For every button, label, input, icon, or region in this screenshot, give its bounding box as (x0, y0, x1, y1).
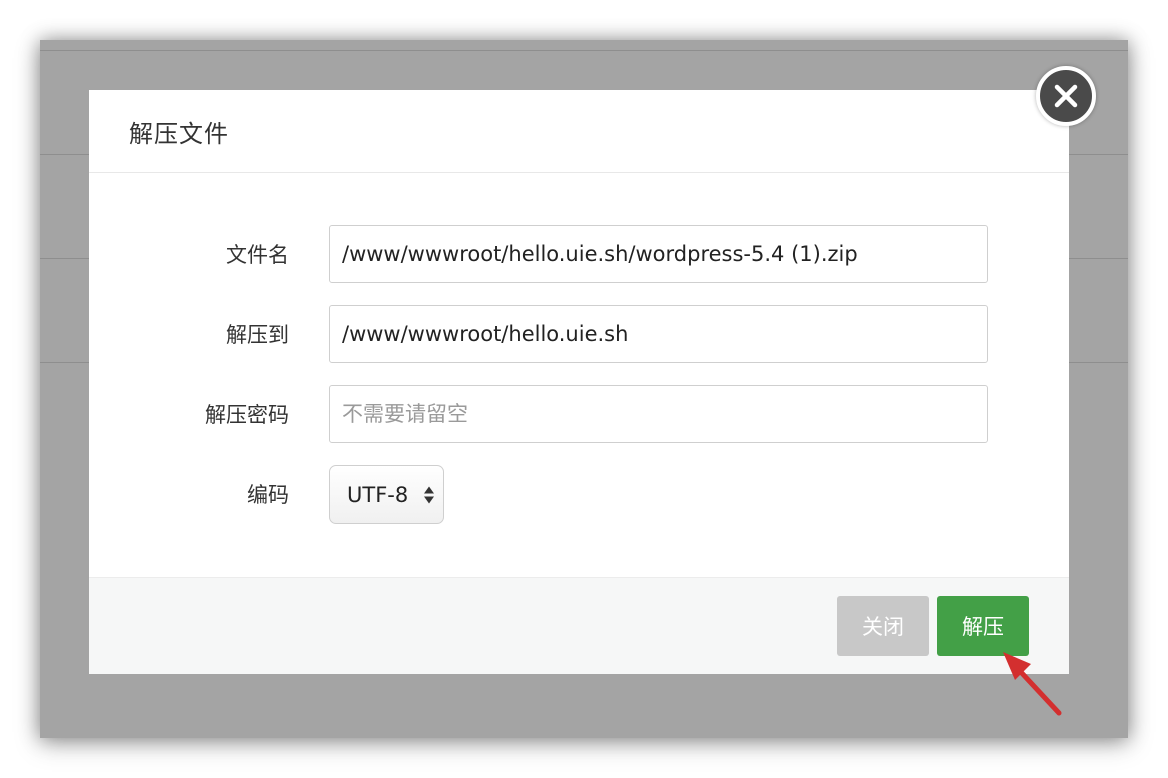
updown-arrows-icon (424, 486, 434, 503)
close-icon[interactable] (1036, 66, 1096, 126)
background-divider (40, 50, 1128, 51)
encoding-select-value: UTF-8 (347, 482, 409, 507)
dialog-footer: 关闭 解压 (89, 577, 1069, 674)
dialog-header: 解压文件 (89, 90, 1069, 173)
extract-file-dialog: 解压文件 文件名 解压到 解压密码 编码 UTF-8 关闭 解压 (89, 90, 1069, 674)
close-button[interactable]: 关闭 (837, 596, 929, 656)
extract-to-label: 解压到 (226, 323, 289, 347)
password-row: 解压密码 (89, 385, 1069, 443)
password-input[interactable] (329, 385, 988, 443)
encoding-label: 编码 (247, 483, 289, 507)
dialog-title: 解压文件 (129, 119, 229, 148)
extract-to-input[interactable] (329, 305, 988, 363)
password-label: 解压密码 (205, 403, 289, 427)
encoding-select[interactable]: UTF-8 (329, 465, 444, 524)
filename-input[interactable] (329, 225, 988, 283)
filename-label: 文件名 (226, 243, 289, 267)
encoding-row: 编码 UTF-8 (89, 465, 1069, 524)
extract-to-row: 解压到 (89, 305, 1069, 363)
filename-row: 文件名 (89, 225, 1069, 283)
red-arrow-icon (1003, 652, 1062, 716)
